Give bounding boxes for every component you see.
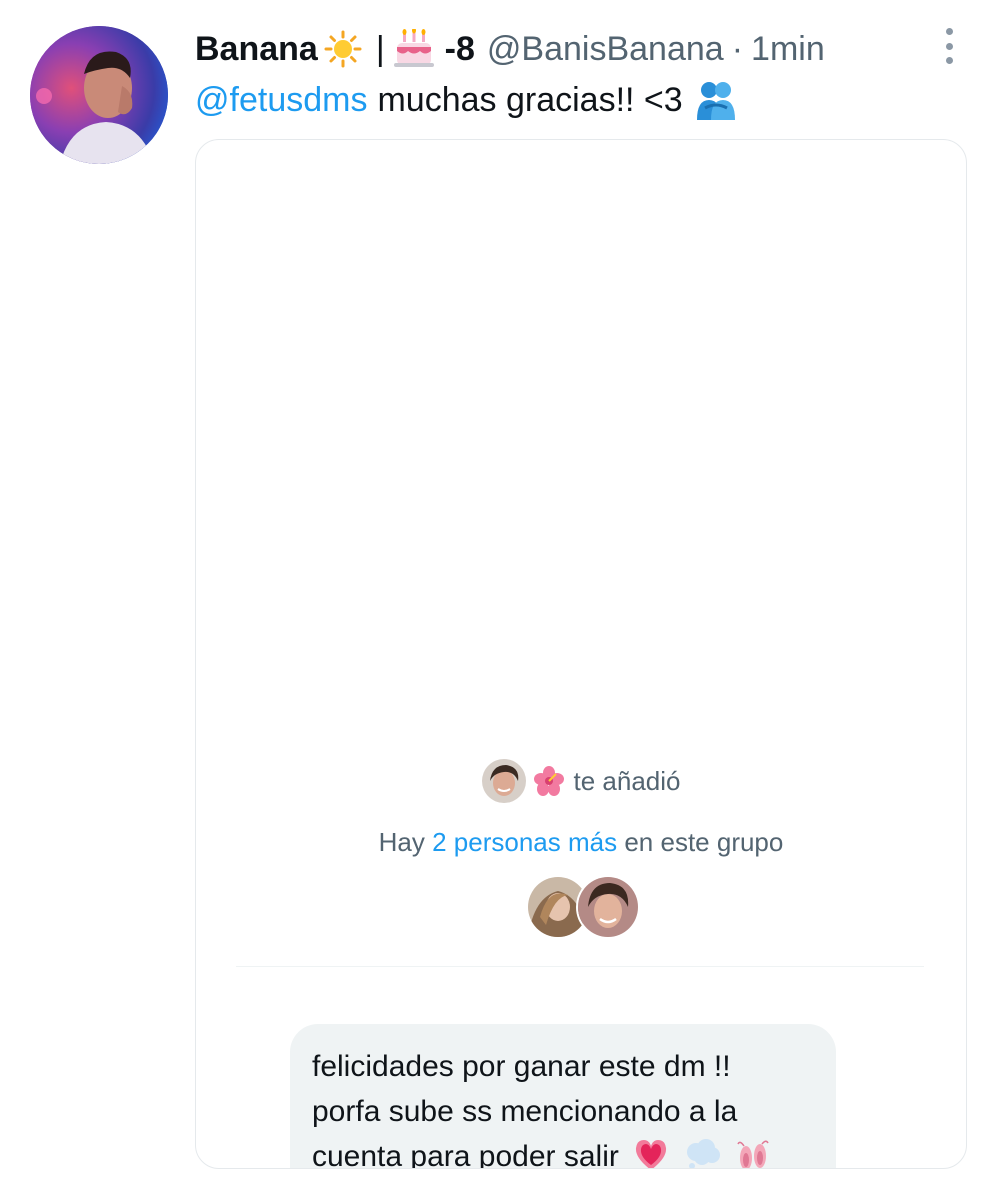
- user-avatar[interactable]: [30, 26, 168, 164]
- message-bubble: felicidades por ganar este dm !! porfa s…: [290, 1024, 836, 1169]
- timestamp[interactable]: 1min: [751, 30, 825, 69]
- group-member-avatars[interactable]: [526, 875, 641, 939]
- adder-avatar: [481, 759, 526, 803]
- added-notice: te añadió: [196, 758, 966, 804]
- message-line-text: cuenta para poder salir: [312, 1140, 619, 1169]
- group-prefix: Hay: [378, 827, 425, 857]
- message-line: felicidades por ganar este dm !!: [312, 1050, 731, 1083]
- added-text: te añadió: [573, 765, 681, 796]
- birthday-cake-emoji-icon: [393, 29, 435, 69]
- tweet-screenshot: Banana | -8 @BanisBanana · 1min @fetusdm…: [0, 0, 999, 1200]
- member-avatar: [576, 875, 640, 939]
- display-name[interactable]: Banana: [195, 30, 318, 69]
- group-suffix: en este grupo: [624, 827, 784, 857]
- dot-separator: ·: [731, 29, 744, 68]
- media-card-screenshot[interactable]: te añadió Hay 2 personas más en este gru…: [195, 139, 967, 1169]
- group-members-link[interactable]: 2 personas más: [432, 827, 617, 857]
- name-separator: |: [375, 29, 385, 68]
- mention-link[interactable]: @fetusdms: [195, 81, 367, 120]
- heart-emoji-icon: [633, 1138, 669, 1168]
- hibiscus-emoji-icon: [533, 766, 564, 796]
- thought-balloon-emoji-icon: [684, 1138, 722, 1168]
- group-info: Hay 2 personas más en este grupo: [196, 824, 966, 860]
- user-handle[interactable]: @BanisBanana: [487, 30, 724, 69]
- ballet-shoes-emoji-icon: [736, 1138, 770, 1168]
- tweet-text: @fetusdms muchas gracias!! <3: [195, 78, 737, 122]
- section-divider: [236, 966, 924, 967]
- tweet-header: Banana | -8 @BanisBanana · 1min: [195, 28, 939, 70]
- message-line-last: cuenta para poder salir: [312, 1134, 814, 1169]
- message-line: porfa sube ss mencionando a la: [312, 1095, 738, 1128]
- more-options-icon[interactable]: [938, 28, 960, 64]
- people-hugging-emoji-icon: [695, 80, 737, 120]
- tweet-body: muchas gracias!! <3: [377, 80, 683, 119]
- sun-emoji-icon: [324, 30, 362, 68]
- name-suffix: -8: [444, 29, 475, 68]
